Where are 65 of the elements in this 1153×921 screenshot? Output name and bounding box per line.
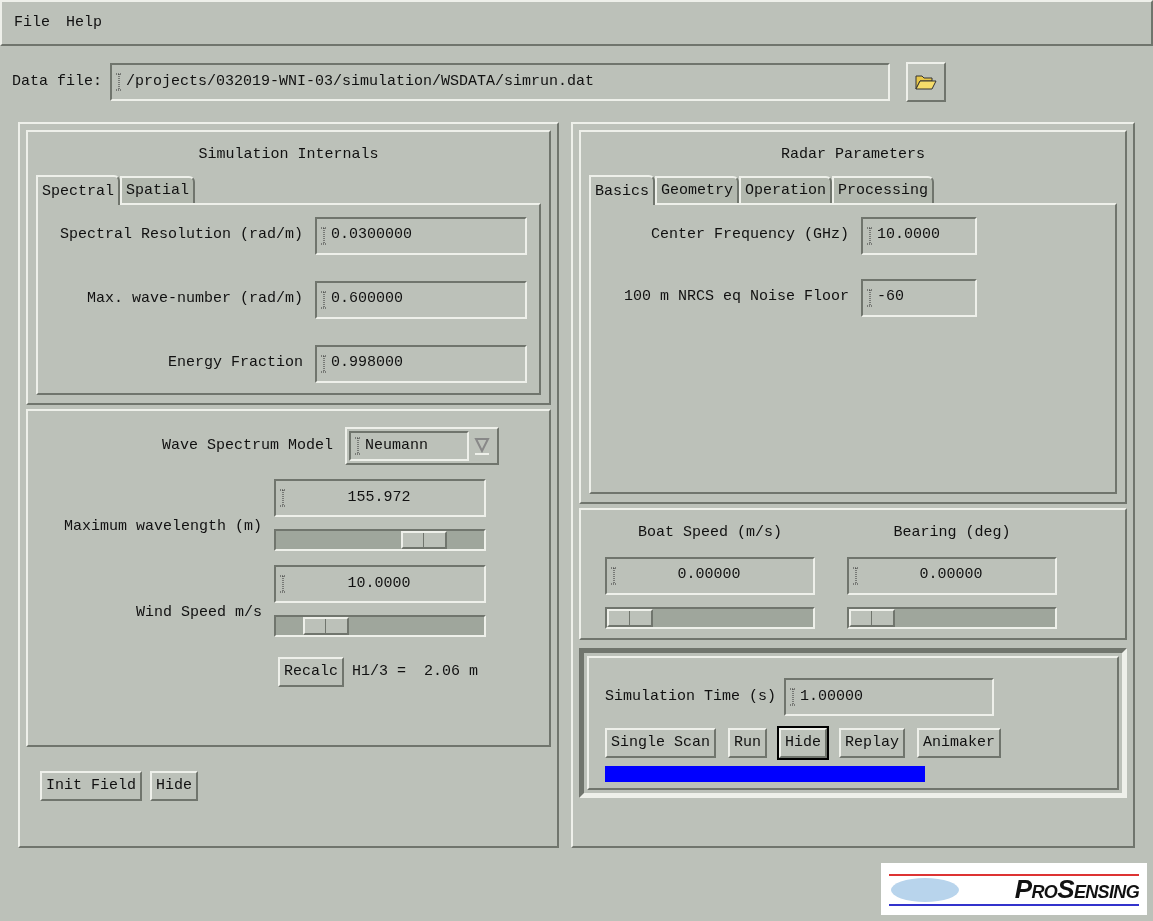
text-cursor-icon [611,566,617,585]
slider-thumb[interactable] [303,617,350,635]
tab[interactable]: Processing [832,175,935,203]
push-button[interactable]: Hide [779,728,828,758]
text-field[interactable]: -60 [861,278,977,317]
field-label: Simulation Time (s) [605,686,777,707]
text-field[interactable]: 0.00000 [847,556,1057,595]
push-button[interactable]: Single Scan [605,728,717,758]
field-label: 100 m NRCS eq Noise Floor [623,287,849,308]
text-field[interactable]: 1.00000 [784,678,995,716]
slider-thumb[interactable] [606,608,653,627]
tab[interactable]: Geometry [655,175,740,203]
text-cursor-icon [280,575,286,593]
push-button[interactable]: Hide [150,771,199,801]
logo-text: ProSensing [1014,872,1139,906]
text-cursor-icon [355,437,361,455]
slider-track[interactable] [274,529,486,551]
text-cursor-icon [790,688,797,706]
text-field[interactable]: 10.0000 [274,565,486,603]
text-cursor-icon [321,226,327,245]
slider-thumb[interactable] [848,608,895,627]
tab[interactable]: Basics [589,174,656,205]
field-label: Wind Speed m/s [135,602,262,623]
menu-item[interactable]: Help [66,11,103,35]
slider-thumb[interactable] [400,531,447,549]
panel-title: Simulation Internals [198,145,379,165]
dropdown[interactable]: Neumann [345,427,499,465]
field-label: Wave Spectrum Model [162,435,333,456]
field-label: Max. wave-number (rad/m) [86,289,303,310]
field-label: Maximum wavelength (m) [63,516,262,537]
text-cursor-icon [867,288,873,307]
tab[interactable]: Spectral [36,174,120,205]
text-cursor-icon [116,73,122,91]
panel-title: Radar Parameters [781,145,925,165]
tab[interactable]: Operation [739,175,833,203]
menu-item[interactable]: File [14,11,50,35]
text-field[interactable]: 0.600000 [315,280,527,319]
text-field[interactable]: 0.0300000 [315,216,527,255]
tab[interactable]: Spatial [120,175,196,203]
field-label: Bearing (deg) [893,523,1011,543]
slider-track[interactable] [847,606,1057,629]
text-field[interactable]: 10.0000 [861,216,977,255]
push-button[interactable]: Init Field [40,771,142,801]
slider-track[interactable] [605,606,815,629]
slider-track[interactable] [274,615,486,637]
field-label: Boat Speed (m/s) [638,523,783,543]
wave-height-result: H1/3 = 2.06 m [352,661,479,682]
push-button[interactable]: Run [728,728,768,758]
field-label: Center Frequency (GHz) [650,225,849,246]
text-field[interactable]: 0.998000 [315,344,527,383]
text-cursor-icon [280,489,286,507]
text-cursor-icon [321,290,327,309]
text-field[interactable]: 155.972 [274,479,486,517]
field-label: Data file: [12,71,102,92]
push-button[interactable]: Animaker [917,728,1002,758]
text-field[interactable]: 0.00000 [605,556,815,595]
text-cursor-icon [867,226,873,245]
field-label: Energy Fraction [168,353,303,374]
text-cursor-icon [321,354,327,373]
file-path-field[interactable]: /projects/032019-WNI-03/simulation/WSDATA/simrun.dat [110,63,890,101]
push-button[interactable]: Recalc [278,657,344,687]
text-cursor-icon [853,566,859,585]
push-button[interactable]: Replay [839,728,906,758]
field-label: Spectral Resolution (rad/m) [59,225,303,246]
folder-icon[interactable] [906,62,946,102]
